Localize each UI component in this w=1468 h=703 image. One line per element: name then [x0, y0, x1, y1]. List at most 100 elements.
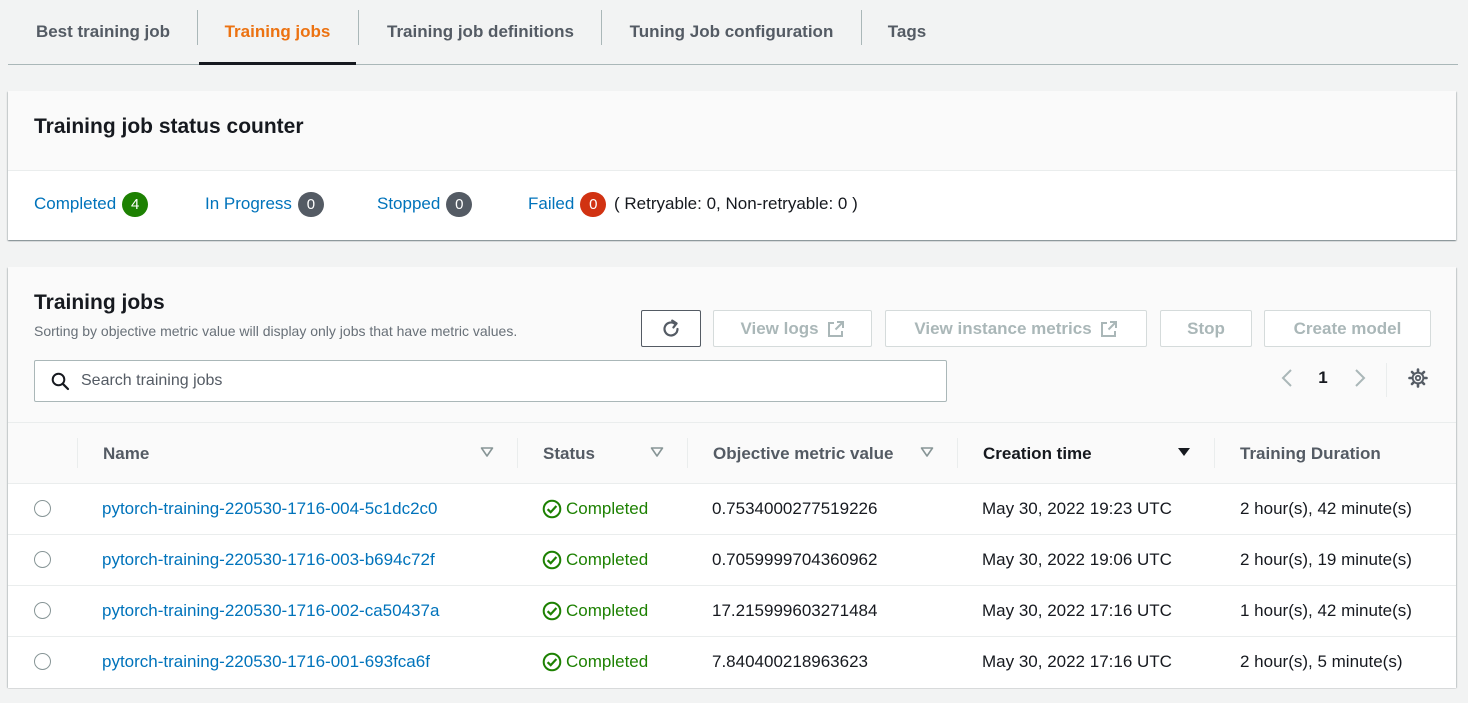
refresh-icon	[663, 319, 679, 337]
success-check-icon	[542, 601, 562, 621]
view-logs-button[interactable]: View logs	[713, 310, 872, 347]
previous-page-button[interactable]	[1274, 365, 1300, 391]
column-divider	[687, 438, 688, 468]
training-duration: 2 hour(s), 5 minute(s)	[1240, 652, 1403, 671]
page-1-button[interactable]: 1	[1310, 365, 1336, 391]
column-header-status[interactable]: Status	[543, 423, 595, 484]
external-link-icon	[1100, 320, 1117, 337]
column-header-objective-metric[interactable]: Objective metric value	[713, 423, 893, 484]
table-row[interactable]: pytorch-training-220530-1716-002-ca50437…	[8, 586, 1456, 637]
tab-tags[interactable]: Tags	[862, 0, 952, 64]
view-instance-metrics-button[interactable]: View instance metrics	[885, 310, 1147, 347]
status-text: Completed	[566, 601, 649, 620]
training-jobs-description: Sorting by objective metric value will d…	[34, 323, 518, 339]
job-name-link[interactable]: pytorch-training-220530-1716-003-b694c72…	[102, 535, 435, 585]
job-name-link[interactable]: pytorch-training-220530-1716-004-5c1dc2c…	[102, 484, 438, 534]
column-divider	[1214, 438, 1215, 468]
page-number: 1	[1318, 368, 1328, 387]
in-progress-counter[interactable]: In Progress 0	[205, 191, 324, 217]
table-header: Name Status Objective metric value Creat…	[8, 422, 1456, 484]
view-logs-label: View logs	[740, 318, 819, 338]
table-preferences-button[interactable]	[1404, 365, 1432, 391]
stopped-label: Stopped	[377, 194, 441, 213]
chevron-right-icon	[1355, 369, 1366, 387]
tab-divider	[197, 10, 198, 45]
creation-time: May 30, 2022 19:06 UTC	[982, 550, 1172, 569]
row-select-radio[interactable]	[34, 653, 51, 670]
objective-metric-value: 17.215999603271484	[712, 601, 878, 620]
status-cell: Completed	[542, 586, 648, 636]
objective-metric-value: 0.7059999704360962	[712, 550, 878, 569]
sort-icon[interactable]	[650, 445, 664, 459]
column-divider	[517, 438, 518, 468]
table-row[interactable]: pytorch-training-220530-1716-001-693fca6…	[8, 637, 1456, 688]
column-header-creation-time[interactable]: Creation time	[983, 423, 1092, 484]
failed-count-badge: 0	[580, 191, 607, 217]
status-text: Completed	[566, 652, 649, 671]
in-progress-label: In Progress	[205, 194, 292, 213]
column-divider	[77, 438, 78, 468]
status-cell: Completed	[542, 637, 648, 687]
creation-time: May 30, 2022 17:16 UTC	[982, 652, 1172, 671]
status-counter-body: Completed 4 In Progress 0 Stopped 0 Fail…	[8, 171, 1456, 239]
row-select-radio[interactable]	[34, 500, 51, 517]
table-row[interactable]: pytorch-training-220530-1716-003-b694c72…	[8, 535, 1456, 586]
status-text: Completed	[566, 499, 649, 518]
row-select-radio[interactable]	[34, 551, 51, 568]
status-text: Completed	[566, 550, 649, 569]
stopped-counter[interactable]: Stopped 0	[377, 191, 473, 217]
retry-note: ( Retryable: 0, Non-retryable: 0 )	[614, 194, 858, 213]
objective-metric-value: 7.840400218963623	[712, 652, 868, 671]
success-check-icon	[542, 550, 562, 570]
training-jobs-panel: Training jobs Sorting by objective metri…	[8, 267, 1456, 688]
tab-bar: Best training job Training jobs Training…	[8, 0, 1458, 65]
create-model-button[interactable]: Create model	[1264, 310, 1431, 347]
stop-button[interactable]: Stop	[1160, 310, 1252, 347]
tab-tuning-job-configuration[interactable]: Tuning Job configuration	[602, 0, 861, 64]
column-header-name[interactable]: Name	[103, 423, 149, 484]
tab-training-job-definitions[interactable]: Training job definitions	[359, 0, 602, 64]
completed-label: Completed	[34, 194, 117, 213]
training-jobs-title: Training jobs	[34, 291, 165, 314]
status-counter-title: Training job status counter	[34, 115, 304, 138]
completed-counter[interactable]: Completed 4	[34, 191, 149, 217]
refresh-button[interactable]	[641, 310, 701, 347]
job-name-link[interactable]: pytorch-training-220530-1716-001-693fca6…	[102, 637, 430, 687]
view-instance-metrics-label: View instance metrics	[914, 318, 1092, 338]
sort-descending-icon[interactable]	[1177, 445, 1191, 459]
status-cell: Completed	[542, 535, 648, 585]
success-check-icon	[542, 499, 562, 519]
search-box	[34, 360, 947, 402]
creation-time: May 30, 2022 19:23 UTC	[982, 499, 1172, 518]
sort-icon[interactable]	[480, 445, 494, 459]
row-select-radio[interactable]	[34, 602, 51, 619]
tab-best-training-job[interactable]: Best training job	[8, 0, 198, 64]
next-page-button[interactable]	[1347, 365, 1373, 391]
pager-divider	[1386, 363, 1387, 397]
training-jobs-header: Training jobs Sorting by objective metri…	[8, 267, 1456, 422]
gear-icon	[1408, 368, 1428, 388]
job-name-link[interactable]: pytorch-training-220530-1716-002-ca50437…	[102, 586, 439, 636]
failed-counter[interactable]: Failed 0	[528, 191, 607, 217]
completed-count-badge: 4	[122, 191, 149, 217]
search-icon	[51, 372, 70, 391]
training-duration: 2 hour(s), 19 minute(s)	[1240, 550, 1412, 569]
column-divider	[957, 438, 958, 468]
sort-icon[interactable]	[920, 445, 934, 459]
in-progress-count-badge: 0	[297, 191, 324, 217]
status-counter-header: Training job status counter	[8, 91, 1456, 171]
column-header-training-duration[interactable]: Training Duration	[1240, 423, 1381, 484]
status-cell: Completed	[542, 484, 648, 534]
success-check-icon	[542, 652, 562, 672]
tab-training-jobs[interactable]: Training jobs	[199, 0, 356, 65]
chevron-left-icon	[1281, 369, 1292, 387]
creation-time: May 30, 2022 17:16 UTC	[982, 601, 1172, 620]
table-row[interactable]: pytorch-training-220530-1716-004-5c1dc2c…	[8, 484, 1456, 535]
objective-metric-value: 0.7534000277519226	[712, 499, 878, 518]
failed-label: Failed	[528, 194, 575, 213]
search-input[interactable]	[81, 365, 931, 397]
status-counter-panel: Training job status counter Completed 4 …	[8, 91, 1456, 240]
training-duration: 2 hour(s), 42 minute(s)	[1240, 499, 1412, 518]
training-duration: 1 hour(s), 42 minute(s)	[1240, 601, 1412, 620]
external-link-icon	[827, 320, 844, 337]
